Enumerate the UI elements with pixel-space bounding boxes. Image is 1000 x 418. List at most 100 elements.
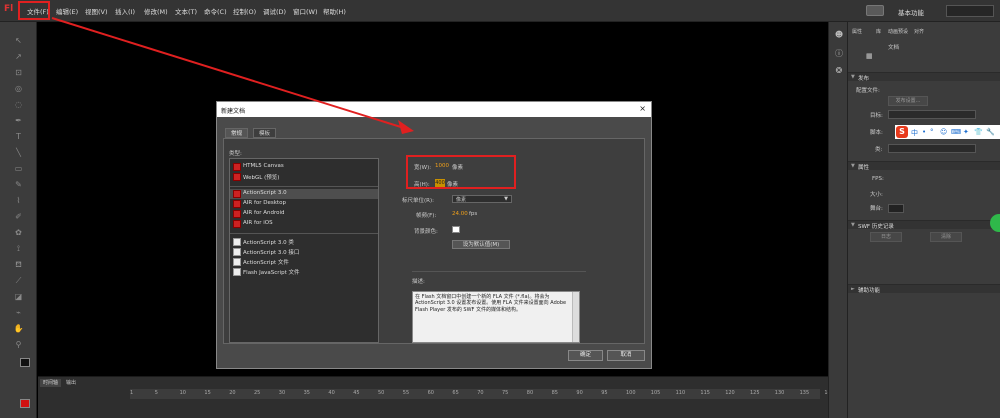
text-tool-icon[interactable]: T — [13, 132, 24, 141]
list-item[interactable]: ActionScript 文件 — [230, 257, 378, 267]
paint-bucket-tool-icon[interactable]: ⛾ — [13, 260, 24, 269]
stage-color-swatch[interactable] — [888, 204, 904, 213]
clear-button[interactable]: 清除 — [930, 232, 962, 242]
frame-number: 80 — [526, 390, 534, 396]
workspace-switch-icon[interactable] — [866, 5, 884, 16]
ime-fullwidth-icon[interactable]: ° — [930, 128, 934, 136]
ime-emoji-icon[interactable]: ☺ — [940, 128, 947, 136]
timeline-panel: 时间轴 输出 1 5 10 15 20 25 30 35 40 45 50 55 60 65 70 75 80 8… — [38, 376, 834, 418]
list-item[interactable]: HTML5 Canvas — [230, 162, 378, 172]
dialog-title: 新建文档 — [221, 108, 246, 115]
target-select[interactable] — [888, 110, 976, 119]
type-label: 类型: — [229, 151, 242, 157]
class-input[interactable] — [888, 144, 976, 153]
publish-settings-button[interactable]: 发布设置... — [888, 96, 928, 106]
tab-motion-presets[interactable]: 动画预设 — [888, 28, 908, 35]
stroke-color-swatch[interactable] — [20, 358, 30, 367]
frame-number: 95 — [601, 390, 608, 396]
eraser-tool-icon[interactable]: ◪ — [13, 292, 24, 301]
fill-color-swatch[interactable] — [20, 399, 30, 408]
menu-help[interactable]: 帮助(H) — [323, 6, 346, 16]
list-item[interactable]: ActionScript 3.0 类 — [230, 237, 378, 247]
ime-shirt-icon[interactable]: 👕 — [974, 128, 983, 136]
palette-icon[interactable]: ❂ — [833, 66, 845, 75]
tab-templates[interactable]: 模板 — [253, 128, 277, 138]
props-section-header[interactable]: ▼ 属性 — [848, 161, 1000, 171]
3d-rotation-tool-icon[interactable]: ◎ — [13, 84, 24, 93]
menu-commands[interactable]: 命令(C) — [204, 6, 227, 16]
tab-general[interactable]: 常规 — [225, 128, 249, 138]
menu-window[interactable]: 窗口(W) — [293, 6, 318, 16]
tab-properties[interactable]: 属性 — [852, 28, 862, 35]
menu-debug[interactable]: 调试(D) — [263, 6, 286, 16]
pencil-tool-icon[interactable]: ✎ — [13, 180, 24, 189]
eyedropper-tool-icon[interactable]: ⟋ — [13, 276, 24, 285]
list-item[interactable]: AIR for iOS — [230, 219, 378, 229]
list-item[interactable]: Flash JavaScript 文件 — [230, 267, 378, 277]
list-item[interactable]: AIR for Desktop — [230, 199, 378, 209]
list-item[interactable]: ActionScript 3.0 接口 — [230, 247, 378, 257]
pen-tool-icon[interactable]: ✒ — [13, 116, 24, 125]
width-tool-icon[interactable]: ⌁ — [13, 308, 24, 317]
menu-view[interactable]: 视图(V) — [85, 6, 108, 16]
menu-insert[interactable]: 插入(I) — [115, 6, 135, 16]
publish-section-header[interactable]: ▼ 发布 — [848, 72, 1000, 82]
ime-tools-icon[interactable]: 🔧 — [986, 128, 995, 136]
properties-panel: 属性 库 动画预设 对齐 ▦ 文档 ▼ 发布 配置文件: 发布设置... 目标: … — [848, 22, 1000, 418]
ruler-units-select[interactable]: 像素 ▼ — [452, 195, 512, 203]
list-item-label: AIR for iOS — [243, 220, 273, 226]
cancel-button[interactable]: 取消 — [607, 350, 645, 361]
paint-brush-tool-icon[interactable]: ✐ — [13, 212, 24, 221]
list-item-selected[interactable]: ActionScript 3.0 — [230, 189, 378, 199]
description-scrollbar[interactable] — [572, 292, 579, 342]
brush-tool-icon[interactable]: ⌇ — [13, 196, 24, 205]
sogou-logo[interactable]: S — [896, 126, 908, 138]
swf-history-section-header[interactable]: ▼ SWF 历史记录 — [848, 220, 1000, 230]
rectangle-tool-icon[interactable]: ▭ — [13, 164, 24, 173]
tab-timeline[interactable]: 时间轴 — [40, 379, 62, 387]
selection-tool-icon[interactable]: ↖ — [13, 36, 24, 45]
bg-color-label: 背景颜色: — [414, 229, 438, 235]
workspace-selector[interactable]: 基本功能 — [898, 7, 924, 17]
description-label: 描述: — [412, 279, 425, 285]
list-item-label: WebGL (预览) — [243, 175, 280, 181]
tab-align[interactable]: 对齐 — [914, 28, 924, 35]
tab-output[interactable]: 输出 — [63, 379, 79, 387]
log-button[interactable]: 日志 — [870, 232, 902, 242]
set-default-button[interactable]: 设为默认值(M) — [452, 240, 510, 249]
menu-text[interactable]: 文本(T) — [175, 6, 197, 16]
help-search-input[interactable] — [946, 5, 994, 17]
list-item[interactable]: AIR for Android — [230, 209, 378, 219]
info-icon[interactable]: ⓘ — [833, 48, 845, 59]
list-item-label: ActionScript 3.0 接口 — [243, 250, 300, 256]
lasso-tool-icon[interactable]: ◌ — [13, 100, 24, 109]
zoom-tool-icon[interactable]: ⚲ — [13, 340, 24, 349]
menu-edit[interactable]: 编辑(E) — [56, 6, 78, 16]
menu-control[interactable]: 控制(O) — [233, 6, 256, 16]
line-tool-icon[interactable]: ╲ — [13, 148, 24, 157]
ok-button[interactable]: 确定 — [568, 350, 603, 361]
fps-value[interactable]: 24.00 — [452, 211, 468, 217]
list-item[interactable]: WebGL (预览) — [230, 172, 378, 182]
bone-tool-icon[interactable]: ⟟ — [13, 244, 24, 253]
width-value[interactable]: 1000 — [435, 163, 449, 169]
deco-tool-icon[interactable]: ✿ — [13, 228, 24, 237]
ime-chinese-mode[interactable]: 中 — [911, 128, 918, 138]
menu-modify[interactable]: 修改(M) — [144, 6, 168, 16]
hand-tool-icon[interactable]: ✋ — [13, 324, 24, 333]
bg-color-swatch[interactable] — [452, 226, 460, 233]
height-value[interactable]: 400 — [435, 179, 445, 187]
free-transform-tool-icon[interactable]: ⊡ — [13, 68, 24, 77]
ime-skin-icon[interactable]: ✦ — [963, 128, 969, 136]
frame-number: 75 — [502, 390, 509, 396]
ruler-units-value: 像素 — [456, 197, 467, 203]
tab-library[interactable]: 库 — [876, 28, 881, 35]
accessibility-section-header[interactable]: ► 辅助功能 — [848, 284, 1000, 294]
person-icon[interactable]: ☻ — [833, 30, 845, 39]
stage-label: 舞台: — [870, 206, 883, 212]
ime-keyboard-icon[interactable]: ⌨ — [951, 128, 961, 136]
close-icon[interactable]: × — [639, 104, 646, 113]
ime-punctuation-icon[interactable]: • — [922, 128, 926, 136]
frame-number: 135 — [799, 390, 810, 396]
subselection-tool-icon[interactable]: ↗ — [13, 52, 24, 61]
